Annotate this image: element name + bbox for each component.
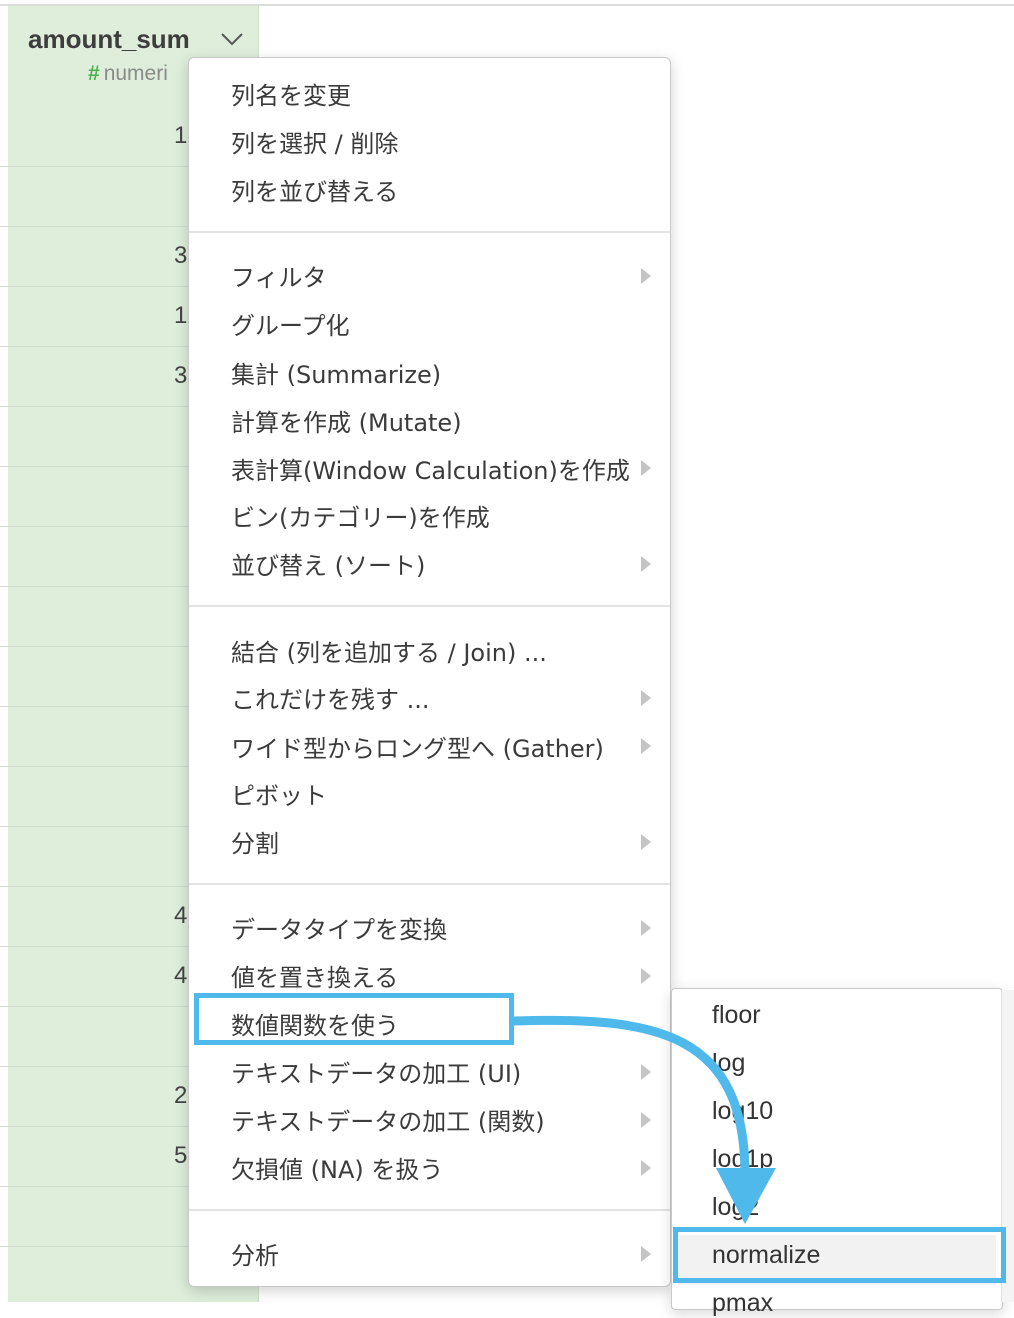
menu-item-pivot[interactable]: ピボット [231,776,327,811]
submenu-item-pmax[interactable]: pmax [712,1289,773,1318]
table-cell: 2 [174,1082,188,1109]
submenu-arrow-icon [641,460,651,476]
menu-item-convert-data-type[interactable]: データタイプを変換 [231,910,447,945]
menu-item-handle-na[interactable]: 欠損値 (NA) を扱う [231,1150,443,1185]
column-title: amount_sum [28,24,190,54]
column-context-menu: 列名を変更 列を選択 / 削除 列を並び替える フィルタ グループ化 集計 (S… [188,57,671,1287]
menu-item-window-calculation[interactable]: 表計算(Window Calculation)を作成 [231,451,630,486]
submenu-arrow-icon [641,268,651,284]
menu-item-summarize[interactable]: 集計 (Summarize) [231,355,441,390]
menu-item-analytics[interactable]: 分析 [231,1236,279,1271]
menu-item-reorder-columns[interactable]: 列を並び替える [231,172,398,207]
column-type-label: numeri [103,62,168,85]
menu-item-select-delete-columns[interactable]: 列を選択 / 削除 [231,124,398,159]
submenu-arrow-icon [641,556,651,572]
table-cell: 1 [174,122,188,149]
table-cell: 3 [174,362,188,389]
menu-item-create-bins[interactable]: ビン(カテゴリー)を作成 [231,498,490,533]
submenu-item-log10[interactable]: log10 [712,1097,773,1126]
table-cell: 1 [174,302,188,329]
submenu-item-floor[interactable]: floor [712,1001,761,1030]
table-cell: 4 [174,962,188,989]
highlight-box-numeric-functions [194,993,514,1045]
menu-separator [189,883,670,885]
table-cell: 3 [174,242,188,269]
menu-item-gather[interactable]: ワイド型からロング型へ (Gather) [231,729,604,764]
submenu-item-log[interactable]: log [712,1049,745,1078]
submenu-arrow-icon [641,968,651,984]
menu-item-split[interactable]: 分割 [231,824,279,859]
chevron-down-icon[interactable] [220,32,244,46]
menu-item-rename-column[interactable]: 列名を変更 [231,76,351,111]
menu-item-sort[interactable]: 並び替え (ソート) [231,546,425,581]
submenu-arrow-icon [641,1160,651,1176]
submenu-arrow-icon [641,1246,651,1262]
submenu-item-normalize[interactable]: normalize [712,1241,820,1270]
menu-item-group-by[interactable]: グループ化 [231,306,350,341]
submenu-arrow-icon [641,1064,651,1080]
submenu-arrow-icon [641,834,651,850]
menu-item-text-processing-ui[interactable]: テキストデータの加工 (UI) [231,1054,521,1089]
submenu-item-log1p[interactable]: log1p [712,1145,773,1174]
submenu-arrow-icon [641,920,651,936]
submenu-arrow-icon [641,1112,651,1128]
menu-item-filter[interactable]: フィルタ [231,258,327,293]
menu-item-mutate[interactable]: 計算を作成 (Mutate) [231,403,462,438]
menu-separator [189,231,670,233]
menu-separator [189,605,670,607]
submenu-arrow-icon [641,690,651,706]
menu-item-text-processing-functions[interactable]: テキストデータの加工 (関数) [231,1102,545,1137]
submenu-item-log2[interactable]: log2 [712,1193,759,1222]
menu-item-keep-only[interactable]: これだけを残す ... [231,680,430,715]
table-cell: 4 [174,902,188,929]
menu-separator [189,1209,670,1211]
menu-item-join[interactable]: 結合 (列を追加する / Join) ... [231,633,547,668]
table-cell: 5 [174,1142,188,1169]
menu-item-replace-values[interactable]: 値を置き換える [231,958,398,993]
column-type: # numeri [88,62,168,86]
numeric-type-icon: # [88,62,100,85]
submenu-arrow-icon [641,738,651,754]
